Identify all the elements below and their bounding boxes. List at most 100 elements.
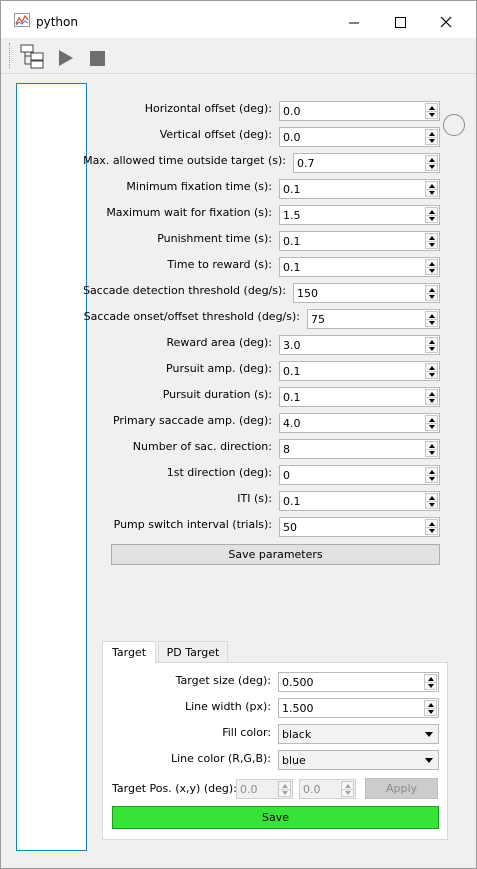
maximize-icon xyxy=(395,17,406,28)
minimize-button[interactable] xyxy=(331,1,377,38)
target-size-spinbox[interactable]: 0.500 xyxy=(278,672,439,692)
param-spinbox[interactable]: 50 xyxy=(279,517,440,537)
close-icon xyxy=(440,16,452,28)
target-pos-y-spinbox[interactable]: 0.0 xyxy=(299,779,356,799)
param-spinbox[interactable]: 8 xyxy=(279,439,440,459)
target-pos-x-value: 0.0 xyxy=(240,783,258,796)
param-value: 8 xyxy=(283,443,290,456)
param-value: 0.1 xyxy=(283,495,301,508)
spinbox-arrows[interactable] xyxy=(425,181,438,197)
line-width-spinbox[interactable]: 1.500 xyxy=(278,698,439,718)
sidebar-list[interactable] xyxy=(16,83,87,851)
param-label: Punishment time (s): xyxy=(157,232,272,245)
fill-color-select[interactable]: black xyxy=(278,724,439,744)
spinbox-arrows[interactable] xyxy=(425,389,438,405)
spinbox-arrows[interactable] xyxy=(425,233,438,249)
param-spinbox[interactable]: 150 xyxy=(293,283,440,303)
param-spinbox[interactable]: 0.0 xyxy=(279,101,440,121)
param-spinbox[interactable]: 0.1 xyxy=(279,361,440,381)
play-button[interactable] xyxy=(53,42,79,70)
save-button[interactable]: Save xyxy=(112,806,439,829)
spinbox-arrows[interactable] xyxy=(425,285,438,301)
param-value: 0.1 xyxy=(283,235,301,248)
tab-target[interactable]: Target xyxy=(102,641,156,664)
param-label: ITI (s): xyxy=(237,492,272,505)
param-value: 75 xyxy=(311,313,325,326)
window-title: python xyxy=(36,15,78,29)
param-spinbox[interactable]: 0.0 xyxy=(279,127,440,147)
spinbox-arrows[interactable] xyxy=(425,467,438,483)
spinbox-arrows[interactable] xyxy=(425,155,438,171)
spinbox-arrows[interactable] xyxy=(424,674,437,690)
chevron-down-icon xyxy=(425,732,433,737)
param-label: Pursuit duration (s): xyxy=(162,388,272,401)
param-spinbox[interactable]: 0.1 xyxy=(279,491,440,511)
play-icon xyxy=(59,50,73,66)
target-size-label: Target size (deg): xyxy=(175,674,271,687)
fill-color-value: black xyxy=(282,728,312,741)
spinbox-arrows[interactable] xyxy=(341,781,354,797)
minimize-icon xyxy=(349,22,359,24)
line-width-label: Line width (px): xyxy=(184,700,271,713)
toolbar xyxy=(1,38,476,74)
tab-pd-target[interactable]: PD Target xyxy=(158,641,228,663)
param-spinbox[interactable]: 0.1 xyxy=(279,179,440,199)
target-pos-y-value: 0.0 xyxy=(303,783,321,796)
app-window: python Horizontal offset (deg): 0.0 Vert… xyxy=(0,0,477,869)
param-spinbox[interactable]: 75 xyxy=(307,309,440,329)
maximize-button[interactable] xyxy=(377,1,423,38)
spinbox-arrows[interactable] xyxy=(278,781,291,797)
line-color-label: Line color (R,G,B): xyxy=(171,752,271,765)
param-spinbox[interactable]: 0.1 xyxy=(279,257,440,277)
param-label: Pursuit amp. (deg): xyxy=(166,362,272,375)
param-value: 4.0 xyxy=(283,417,301,430)
python-chart-icon xyxy=(14,13,30,27)
title-bar: python xyxy=(1,1,476,38)
toolbar-grip[interactable] xyxy=(9,43,12,69)
param-label: Pump switch interval (trials): xyxy=(113,518,272,531)
param-spinbox[interactable]: 1.5 xyxy=(279,205,440,225)
fill-color-label: Fill color: xyxy=(222,726,271,739)
param-spinbox[interactable]: 0 xyxy=(279,465,440,485)
spinbox-arrows[interactable] xyxy=(425,441,438,457)
param-label: Reward area (deg): xyxy=(166,336,272,349)
target-size-value: 0.500 xyxy=(282,676,314,689)
stop-button[interactable] xyxy=(85,42,111,70)
spinbox-arrows[interactable] xyxy=(425,519,438,535)
param-label: Vertical offset (deg): xyxy=(159,128,272,141)
spinbox-arrows[interactable] xyxy=(425,207,438,223)
status-indicator xyxy=(443,114,465,136)
spinbox-arrows[interactable] xyxy=(425,363,438,379)
target-pos-label: Target Pos. (x,y) (deg): xyxy=(112,782,237,795)
spinbox-arrows[interactable] xyxy=(425,493,438,509)
param-label: Horizontal offset (deg): xyxy=(144,102,272,115)
spinbox-arrows[interactable] xyxy=(425,337,438,353)
param-spinbox[interactable]: 0.7 xyxy=(293,153,440,173)
spinbox-arrows[interactable] xyxy=(425,103,438,119)
apply-button[interactable]: Apply xyxy=(365,778,438,799)
close-button[interactable] xyxy=(423,1,469,38)
param-label: 1st direction (deg): xyxy=(166,466,272,479)
param-spinbox[interactable]: 4.0 xyxy=(279,413,440,433)
param-value: 0.7 xyxy=(297,157,315,170)
spinbox-arrows[interactable] xyxy=(425,311,438,327)
param-value: 0.1 xyxy=(283,391,301,404)
param-value: 0.0 xyxy=(283,131,301,144)
workflow-button[interactable] xyxy=(18,42,44,70)
spinbox-arrows[interactable] xyxy=(425,129,438,145)
param-spinbox[interactable]: 0.1 xyxy=(279,387,440,407)
param-spinbox[interactable]: 0.1 xyxy=(279,231,440,251)
spinbox-arrows[interactable] xyxy=(425,259,438,275)
save-parameters-button[interactable]: Save parameters xyxy=(111,544,440,565)
line-color-select[interactable]: blue xyxy=(278,750,439,770)
spinbox-arrows[interactable] xyxy=(424,700,437,716)
spinbox-arrows[interactable] xyxy=(425,415,438,431)
target-pos-x-spinbox[interactable]: 0.0 xyxy=(236,779,293,799)
param-label: Minimum fixation time (s): xyxy=(126,180,272,193)
param-spinbox[interactable]: 3.0 xyxy=(279,335,440,355)
param-value: 0.1 xyxy=(283,365,301,378)
workflow-icon xyxy=(20,44,44,69)
target-tab-panel: Target size (deg): 0.500 Line width (px)… xyxy=(102,662,448,840)
param-label: Max. allowed time outside target (s): xyxy=(83,154,286,167)
param-value: 0 xyxy=(283,469,290,482)
